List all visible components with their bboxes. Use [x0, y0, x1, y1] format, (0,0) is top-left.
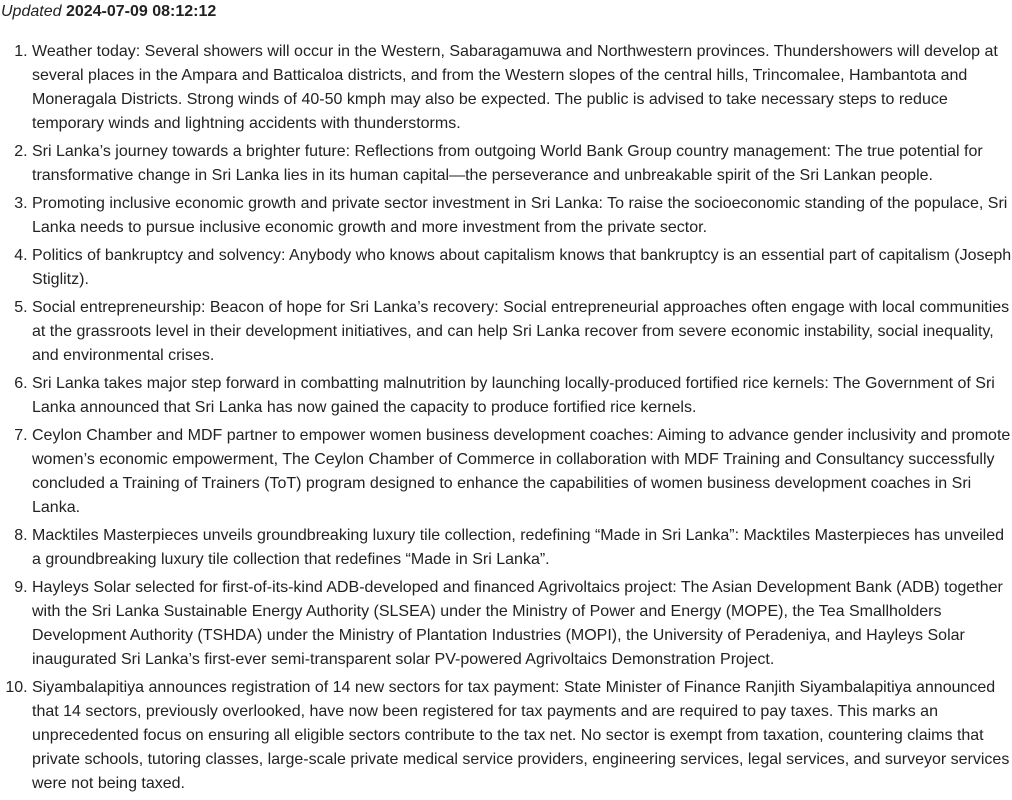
updated-time: 2024-07-09 08:12:12: [65, 3, 217, 20]
news-item: Promoting inclusive economic growth and …: [32, 192, 1012, 240]
news-item: Sri Lanka’s journey towards a brighter f…: [32, 140, 1012, 188]
news-list: Weather today: Several showers will occu…: [0, 40, 1012, 800]
news-item: Siyambalapitiya announces registration o…: [32, 676, 1012, 796]
updated-timestamp: Updated 2024-07-09 08:12:12: [1, 0, 216, 24]
news-item: Ceylon Chamber and MDF partner to empowe…: [32, 424, 1012, 520]
news-item: Sri Lanka takes major step forward in co…: [32, 372, 1012, 420]
news-item: Weather today: Several showers will occu…: [32, 40, 1012, 136]
updated-label: Updated: [1, 3, 62, 20]
news-item: Hayleys Solar selected for first-of-its-…: [32, 576, 1012, 672]
news-item: Social entrepreneurship: Beacon of hope …: [32, 296, 1012, 368]
news-item: Politics of bankruptcy and solvency: Any…: [32, 244, 1012, 292]
news-item: Macktiles Masterpieces unveils groundbre…: [32, 524, 1012, 572]
